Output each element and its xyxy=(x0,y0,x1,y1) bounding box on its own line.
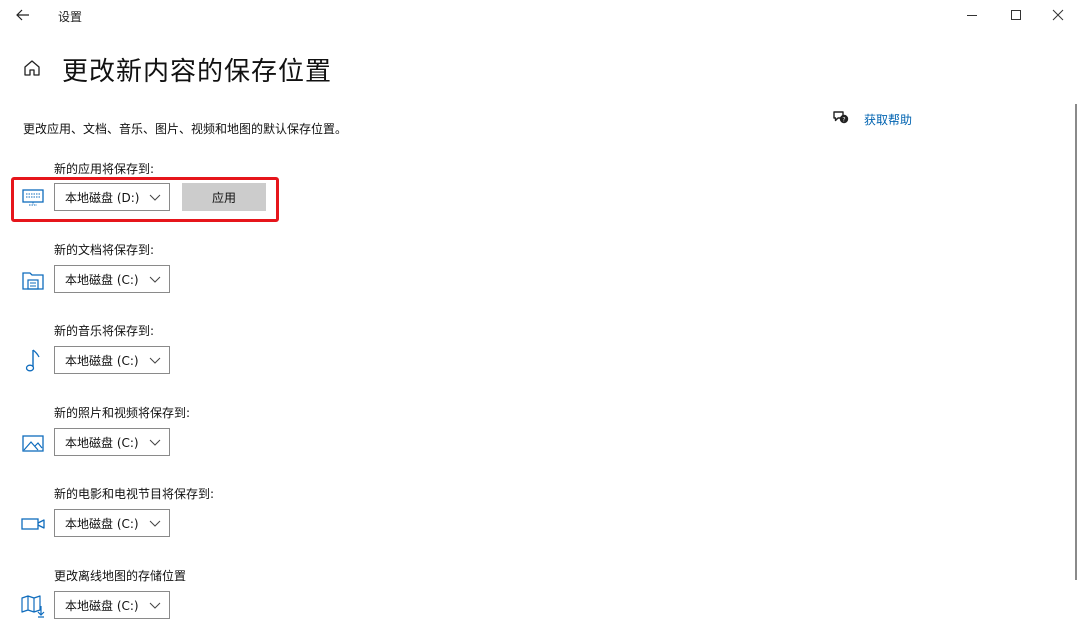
maps-drive-dropdown[interactable]: 本地磁盘 (C:) xyxy=(54,591,170,619)
title-bar: 设置 xyxy=(0,0,1080,32)
section-label: 新的应用将保存到: xyxy=(54,162,155,176)
music-drive-dropdown[interactable]: 本地磁盘 (C:) xyxy=(54,346,170,374)
movies-drive-dropdown[interactable]: 本地磁盘 (C:) xyxy=(54,509,170,537)
section-label: 新的电影和电视节目将保存到: xyxy=(54,487,215,501)
section-documents: 新的文档将保存到: 本地磁盘 (C:) xyxy=(0,241,600,307)
section-photos: 新的照片和视频将保存到: 本地磁盘 (C:) xyxy=(0,404,600,470)
chevron-down-icon xyxy=(149,439,161,446)
chevron-down-icon xyxy=(149,357,161,364)
section-label: 更改离线地图的存储位置 xyxy=(54,569,187,583)
documents-icon xyxy=(20,267,46,293)
highlight-box xyxy=(11,177,279,222)
dropdown-value: 本地磁盘 (C:) xyxy=(65,598,139,613)
section-movies-tv: 新的电影和电视节目将保存到: 本地磁盘 (C:) xyxy=(0,485,600,551)
section-label: 新的音乐将保存到: xyxy=(54,324,155,338)
page-title: 更改新内容的保存位置 xyxy=(62,57,333,87)
chevron-down-icon xyxy=(149,520,161,527)
home-icon[interactable] xyxy=(22,58,42,78)
video-camera-icon xyxy=(20,511,46,537)
photo-icon xyxy=(20,430,46,456)
dropdown-value: 本地磁盘 (C:) xyxy=(65,516,139,531)
window-title: 设置 xyxy=(58,10,83,24)
photos-drive-dropdown[interactable]: 本地磁盘 (C:) xyxy=(54,428,170,456)
map-icon xyxy=(20,593,46,619)
section-music: 新的音乐将保存到: 本地磁盘 (C:) xyxy=(0,322,600,388)
svg-text:?: ? xyxy=(842,116,845,123)
scrollbar[interactable] xyxy=(1075,104,1077,580)
dropdown-value: 本地磁盘 (C:) xyxy=(65,272,139,287)
music-note-icon xyxy=(20,348,46,374)
back-arrow-icon[interactable] xyxy=(12,4,34,26)
section-label: 新的文档将保存到: xyxy=(54,243,155,257)
chevron-down-icon xyxy=(149,602,161,609)
help-label: 获取帮助 xyxy=(864,112,913,127)
documents-drive-dropdown[interactable]: 本地磁盘 (C:) xyxy=(54,265,170,293)
section-offline-maps: 更改离线地图的存储位置 本地磁盘 (C:) xyxy=(0,567,600,633)
close-icon[interactable] xyxy=(1043,3,1073,27)
help-chat-icon: ? xyxy=(832,109,850,129)
page-description: 更改应用、文档、音乐、图片、视频和地图的默认保存位置。 xyxy=(23,122,348,136)
minimize-icon[interactable] xyxy=(957,3,987,27)
maximize-icon[interactable] xyxy=(1001,3,1031,27)
section-label: 新的照片和视频将保存到: xyxy=(54,406,191,420)
dropdown-value: 本地磁盘 (C:) xyxy=(65,435,139,450)
dropdown-value: 本地磁盘 (C:) xyxy=(65,353,139,368)
chevron-down-icon xyxy=(149,276,161,283)
get-help-link[interactable]: ? 获取帮助 xyxy=(832,110,912,128)
